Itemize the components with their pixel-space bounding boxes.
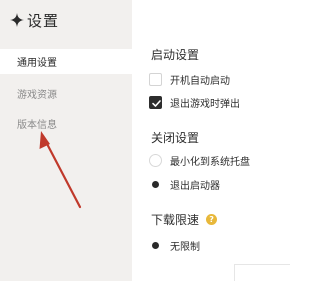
minimize-tray-radio[interactable] [149,153,162,167]
checkmark-icon [152,99,161,107]
minimize-tray-label: 最小化到系统托盘 [170,156,250,168]
autostart-checkbox[interactable] [149,72,162,86]
unlimited-label: 无限制 [170,241,200,253]
autostart-label: 开机自动启动 [170,75,230,87]
close-option-minimize-tray[interactable]: 最小化到系统托盘 [149,152,250,168]
help-icon[interactable]: ? [206,214,218,225]
unlimited-radio[interactable] [149,238,162,252]
exit-launcher-radio[interactable] [149,177,162,191]
close-section-title: 关闭设置 [151,131,200,145]
sidebar-item-version-info[interactable]: 版本信息 [0,111,132,136]
sidebar: 设置 通用设置 游戏资源 版本信息 [0,0,132,281]
settings-title: 设置 [10,9,59,31]
sparkle-icon [10,13,24,27]
settings-title-text: 设置 [27,11,60,30]
corner-panel [234,264,290,281]
settings-panel: 启动设置 开机自动启动 退出游戏时弹出 关闭设置 最小化到系统托盘 退出启动器 … [132,0,290,281]
download-option-unlimited[interactable]: 无限制 [149,237,200,253]
sidebar-item-game-resources[interactable]: 游戏资源 [0,81,132,106]
close-option-exit-launcher[interactable]: 退出启动器 [149,176,220,192]
popup-on-exit-label: 退出游戏时弹出 [170,98,240,110]
exit-launcher-label: 退出启动器 [170,180,220,192]
download-section-title: 下载限速 ? [151,211,218,228]
popup-on-exit-checkbox[interactable] [149,95,162,109]
startup-option-autostart[interactable]: 开机自动启动 [149,71,230,87]
download-section-title-text: 下载限速 [151,213,200,227]
startup-option-popup-on-exit[interactable]: 退出游戏时弹出 [149,94,240,110]
startup-section-title: 启动设置 [151,48,200,62]
sidebar-item-general[interactable]: 通用设置 [0,49,132,74]
